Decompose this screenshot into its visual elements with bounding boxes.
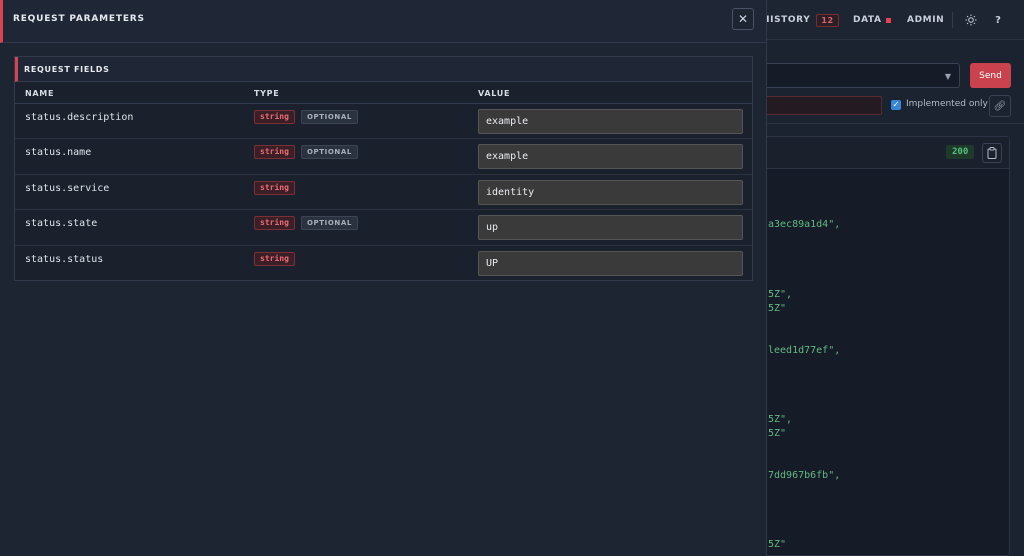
field-value-input[interactable] [478, 215, 743, 241]
type-badge: string [254, 180, 295, 195]
response-json-line: 5Z" [768, 428, 787, 439]
type-badge: string [254, 216, 295, 231]
nav-divider [952, 12, 953, 28]
divider [740, 123, 1024, 124]
send-button[interactable]: Send [970, 63, 1011, 88]
field-value-input[interactable] [478, 109, 743, 134]
optional-badge: OPTIONAL [301, 216, 358, 231]
response-json-line: leed1d77ef", [768, 345, 841, 356]
link-icon: 🔗︎ [993, 100, 1007, 112]
table-row: status.service string [15, 175, 752, 211]
field-value-input[interactable] [478, 250, 743, 276]
help-label: ? [995, 14, 1001, 26]
close-button[interactable]: ✕ [732, 8, 754, 30]
field-name: status.description [25, 112, 134, 123]
nav-history-label: HISTORY [762, 15, 811, 25]
field-name: status.state [25, 218, 98, 230]
endpoint-select[interactable]: ▼ [740, 63, 960, 88]
column-header-name: NAME [25, 89, 55, 98]
status-code-badge: 200 [946, 145, 975, 159]
copy-response-button[interactable] [982, 143, 1002, 163]
optional-badge: OPTIONAL [301, 145, 358, 160]
response-header: 200 [741, 137, 1009, 169]
table-row: status.state string OPTIONAL [15, 210, 752, 246]
table-header: NAME TYPE VALUE [15, 82, 752, 104]
field-name: status.name [25, 147, 92, 159]
implemented-only-checkbox[interactable]: ✓ [891, 100, 901, 110]
request-parameters-modal: REQUEST PARAMETERS ✕ REQUEST FIELDS NAME… [0, 0, 767, 556]
response-json-line: 5Z", [768, 414, 793, 425]
table-row: status.status string [15, 246, 752, 281]
response-json-line: 5Z", [768, 289, 793, 300]
field-value-input[interactable] [478, 179, 743, 205]
field-name: status.service [25, 182, 110, 194]
modal-header: REQUEST PARAMETERS ✕ [0, 0, 766, 43]
type-badge: string [254, 145, 295, 160]
nav-data-label: DATA [853, 15, 882, 25]
table-row: status.name string OPTIONAL [15, 139, 752, 175]
help-button[interactable]: ? [988, 0, 1008, 40]
request-fields-title: REQUEST FIELDS [24, 65, 110, 74]
request-fields-header: REQUEST FIELDS [15, 57, 752, 82]
implemented-only-label: Implemented only [906, 99, 988, 109]
response-json-line: 7dd967b6fb", [768, 470, 841, 481]
history-count-badge: 12 [816, 13, 839, 27]
copy-link-button[interactable]: 🔗︎ [989, 95, 1011, 117]
data-status-dot-icon [885, 17, 891, 23]
table-row: status.description string OPTIONAL [15, 104, 752, 140]
nav-admin[interactable]: ADMIN [907, 0, 944, 40]
type-badge: string [254, 110, 295, 124]
request-fields-panel: REQUEST FIELDS NAME TYPE VALUE status.de… [14, 56, 753, 281]
theme-toggle-button[interactable] [961, 0, 981, 40]
response-json-line: 5Z" [768, 303, 787, 314]
optional-badge: OPTIONAL [301, 110, 358, 124]
field-value-input[interactable] [478, 144, 743, 170]
modal-title: REQUEST PARAMETERS [13, 14, 145, 24]
response-json-line: a3ec89a1d4", [768, 219, 841, 230]
nav-history[interactable]: HISTORY 12 [762, 0, 839, 40]
sun-icon [965, 14, 977, 26]
type-badge: string [254, 251, 295, 266]
close-icon: ✕ [737, 12, 749, 26]
field-name: status.status [25, 253, 104, 265]
column-header-value: VALUE [478, 89, 511, 98]
chevron-down-icon: ▼ [944, 72, 951, 81]
response-json-line: 5Z" [768, 539, 787, 550]
nav-admin-label: ADMIN [907, 15, 945, 25]
column-header-type: TYPE [254, 89, 280, 98]
clipboard-icon [987, 147, 997, 159]
nav-data[interactable]: DATA [853, 0, 891, 40]
